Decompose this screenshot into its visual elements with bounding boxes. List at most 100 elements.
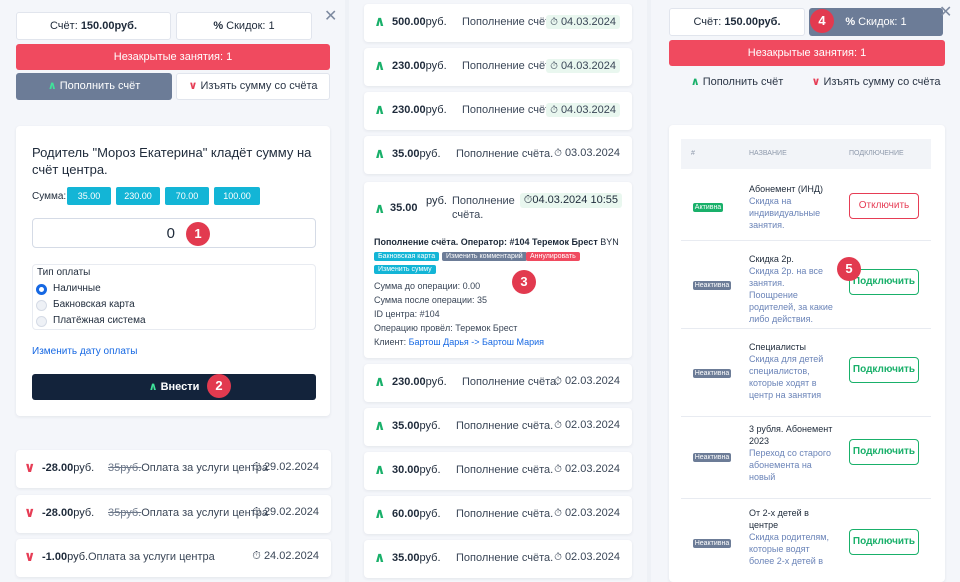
close-icon[interactable]: ✕	[324, 6, 337, 26]
history-amount: -1.00	[42, 551, 68, 563]
chevron-up-icon: ∧	[374, 461, 386, 477]
enable-discount-button[interactable]: Подключить	[849, 357, 919, 383]
divider	[681, 328, 931, 329]
history-date: 29.02.2024	[263, 461, 319, 473]
history-date: 29.02.2024	[263, 506, 319, 518]
detail-amount: 35.00	[390, 202, 418, 214]
sum-chip-70[interactable]: 70.00	[165, 187, 209, 205]
transaction-row[interactable]: ∧ 230.00руб. Пополнение счёта. ⏱ 02.03.20…	[364, 364, 632, 402]
transaction-row[interactable]: ∧ 35.00руб. Пополнение счёта. ⏱ 03.03.202…	[364, 136, 632, 174]
timer-icon: ⏱	[554, 420, 562, 431]
edit-sum-button[interactable]: Изменить сумму	[374, 265, 436, 274]
balance-stat: Счёт: 150.00руб.	[16, 12, 171, 40]
step-marker-4: 4	[810, 9, 834, 33]
enable-discount-button[interactable]: Подключить	[849, 529, 919, 555]
discount-desc: Скидка на индивидуальные занятия.	[749, 196, 821, 230]
discount-label: Скидок: 1	[226, 20, 275, 32]
timer-icon: ⏱	[550, 105, 558, 116]
table-row: Неактивна 3 рубля. Абонемент 2023 Перехо…	[681, 417, 931, 499]
transaction-row[interactable]: ∧ 230.00руб. Пополнение счёта. ⏱ 04.03.20…	[364, 48, 632, 86]
history-row[interactable]: ∨ -1.00руб. Оплата за услуги центра ⏱ 24…	[16, 539, 331, 577]
radio-cash[interactable]	[36, 284, 47, 295]
chevron-up-icon: ∧	[374, 57, 386, 73]
table-row: Активна Абонемент (ИНД) Скидка на индиви…	[681, 169, 931, 241]
change-date-link[interactable]: Изменить дату оплаты	[32, 346, 137, 357]
radio-card[interactable]	[36, 300, 47, 311]
table-header: # НАЗВАНИЕ ПОДКЛЮЧЕНИЕ	[681, 139, 931, 169]
percent-icon: %	[845, 16, 856, 28]
timer-icon: ⏱	[550, 61, 558, 72]
tx-unit: руб.	[419, 508, 441, 520]
history-desc: Оплата за услуги центра	[141, 462, 268, 474]
chevron-up-icon: ∧	[47, 80, 57, 92]
transaction-detail-card[interactable]: ∧ 35.00 руб. Пополнение счёта. ⏱04.03.20…	[364, 182, 632, 358]
tx-date: 02.03.2024	[564, 507, 620, 519]
tx-desc: Пополнение счёта.	[456, 148, 554, 160]
transaction-row[interactable]: ∧ 35.00руб. Пополнение счёта. ⏱ 02.03.202…	[364, 408, 632, 446]
tx-desc: Пополнение счёта.	[462, 16, 560, 28]
middle-panel: ∧ 500.00руб. Пополнение счёта. ⏱ 04.03.20…	[349, 0, 647, 582]
tx-date: 04.03.2024	[560, 104, 616, 116]
disable-discount-button[interactable]: Отключить	[849, 193, 919, 219]
header-name: НАЗВАНИЕ	[749, 150, 787, 157]
history-row[interactable]: ∨ -28.00руб. 35руб.Оплата за услуги цент…	[16, 450, 331, 488]
timer-icon: ⏱	[554, 552, 562, 563]
sum-chip-35[interactable]: 35.00	[67, 187, 111, 205]
payment-type-label: Тип оплаты	[37, 267, 91, 278]
transaction-row[interactable]: ∧ 60.00руб. Пополнение счёта. ⏱ 02.03.202…	[364, 496, 632, 534]
timer-icon: ⏱	[554, 508, 562, 519]
amount-input[interactable]: 0	[32, 218, 316, 248]
chevron-up-icon: ∧	[374, 101, 386, 117]
chevron-up-icon: ∧	[374, 417, 386, 433]
sum-chip-230[interactable]: 230.00	[116, 187, 160, 205]
tx-amount: 230.00	[392, 60, 426, 72]
table-row: Неактивна Скидка 2р. Скидка 2р. на все з…	[681, 243, 931, 329]
transaction-row[interactable]: ∧ 500.00руб. Пополнение счёта. ⏱ 04.03.20…	[364, 4, 632, 42]
step-marker-3: 3	[512, 270, 536, 294]
detail-unit: руб.	[426, 195, 447, 207]
history-amount: -28.00	[42, 462, 74, 474]
tx-date: 03.03.2024	[564, 147, 620, 159]
discount-desc: Скидка для детей специалистов, которые х…	[749, 354, 824, 400]
balance-stat: Счёт: 150.00руб.	[669, 8, 805, 36]
chevron-down-icon: ∨	[811, 76, 821, 88]
tx-date: 02.03.2024	[564, 375, 620, 387]
cancel-transaction-button[interactable]: Аннулировать	[526, 252, 580, 261]
submit-button[interactable]: ∧ Внести	[32, 374, 316, 400]
detail-title: Пополнение счёта. Оператор: #104 Теремок…	[374, 237, 619, 247]
discount-desc: Скидка 2р. на все занятия. Поощрение род…	[749, 266, 833, 324]
client-link[interactable]: Бартош Дарья -> Бартош Мария	[409, 337, 544, 347]
tx-desc: Пополнение счёта.	[456, 508, 554, 520]
submit-label: Внести	[160, 381, 200, 393]
radio-payment-system[interactable]	[36, 316, 47, 327]
tx-amount: 230.00	[392, 104, 426, 116]
chevron-up-icon: ∧	[374, 200, 386, 216]
chevron-down-icon: ∨	[24, 459, 36, 475]
radio-card-label: Бакновская карта	[53, 299, 135, 310]
sum-chip-100[interactable]: 100.00	[214, 187, 260, 205]
edit-comment-button[interactable]: Изменить комментарий	[442, 252, 527, 261]
tx-unit: руб.	[425, 376, 447, 388]
transaction-row[interactable]: ∧ 30.00руб. Пополнение счёта. ⏱ 02.03.202…	[364, 452, 632, 490]
discount-stat[interactable]: % Скидок: 1	[176, 12, 312, 40]
discount-name: Скидка 2р.	[749, 254, 794, 264]
enable-discount-button[interactable]: Подключить	[849, 439, 919, 465]
tx-amount: 230.00	[392, 376, 426, 388]
transaction-row[interactable]: ∧ 230.00руб. Пополнение счёта. ⏱ 04.03.20…	[364, 92, 632, 130]
withdraw-button[interactable]: ∨ Изъять сумму со счёта	[809, 69, 943, 97]
discount-name: Абонемент (ИНД)	[749, 184, 823, 194]
unclosed-lessons-button[interactable]: Незакрытые занятия: 1	[669, 40, 945, 66]
left-panel: Счёт: 150.00руб. % Скидок: 1 ✕ Незакрыты…	[0, 0, 345, 582]
topup-button[interactable]: ∧ Пополнить счёт	[16, 73, 172, 100]
tx-amount: 35.00	[392, 148, 420, 160]
unclosed-lessons-button[interactable]: Незакрытые занятия: 1	[16, 44, 330, 70]
history-row[interactable]: ∨ -28.00руб. 35руб.Оплата за услуги цент…	[16, 495, 331, 533]
withdraw-button[interactable]: ∨ Изъять сумму со счёта	[176, 73, 330, 100]
form-title: Родитель "Мороз Екатерина" кладёт сумму …	[32, 145, 312, 177]
detail-center: ID центра: #104	[374, 309, 440, 319]
transaction-row[interactable]: ∧ 35.00руб. Пополнение счёта. ⏱ 02.03.202…	[364, 540, 632, 578]
detail-desc-line1: Пополнение	[452, 195, 515, 207]
tag-bank-card[interactable]: Бакновская карта	[374, 252, 440, 261]
topup-button[interactable]: ∧ Пополнить счёт	[669, 69, 805, 97]
close-icon[interactable]: ✕	[939, 2, 952, 22]
